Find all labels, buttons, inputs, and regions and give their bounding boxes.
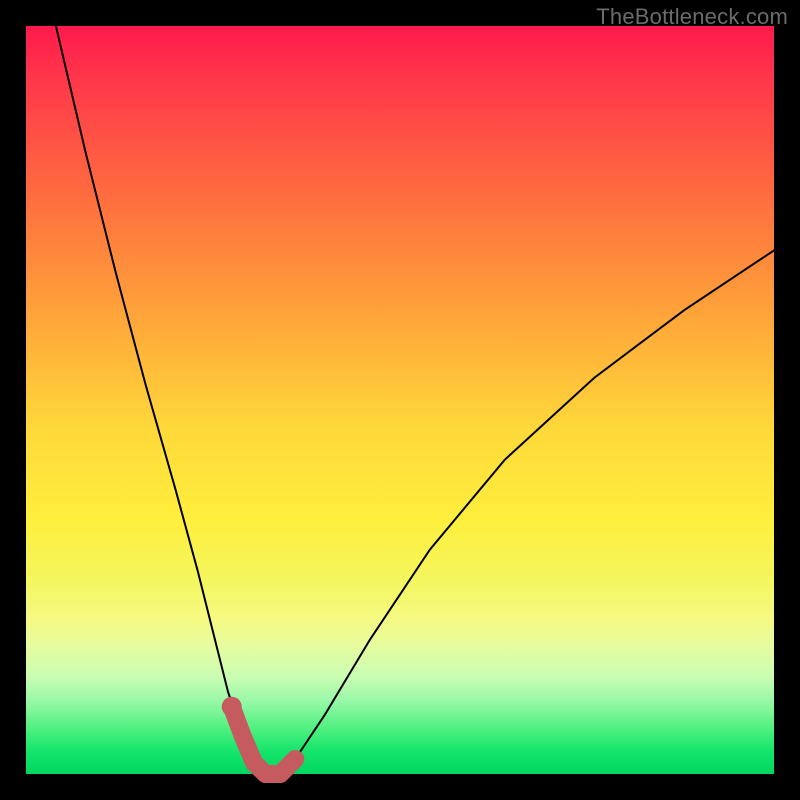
optimal-range-start-dot: [222, 697, 242, 717]
chart-area: [26, 26, 774, 774]
bottleneck-chart: [26, 26, 774, 774]
bottleneck-curve: [56, 26, 774, 774]
optimal-range-highlight: [232, 707, 296, 774]
watermark-text: TheBottleneck.com: [596, 4, 788, 30]
